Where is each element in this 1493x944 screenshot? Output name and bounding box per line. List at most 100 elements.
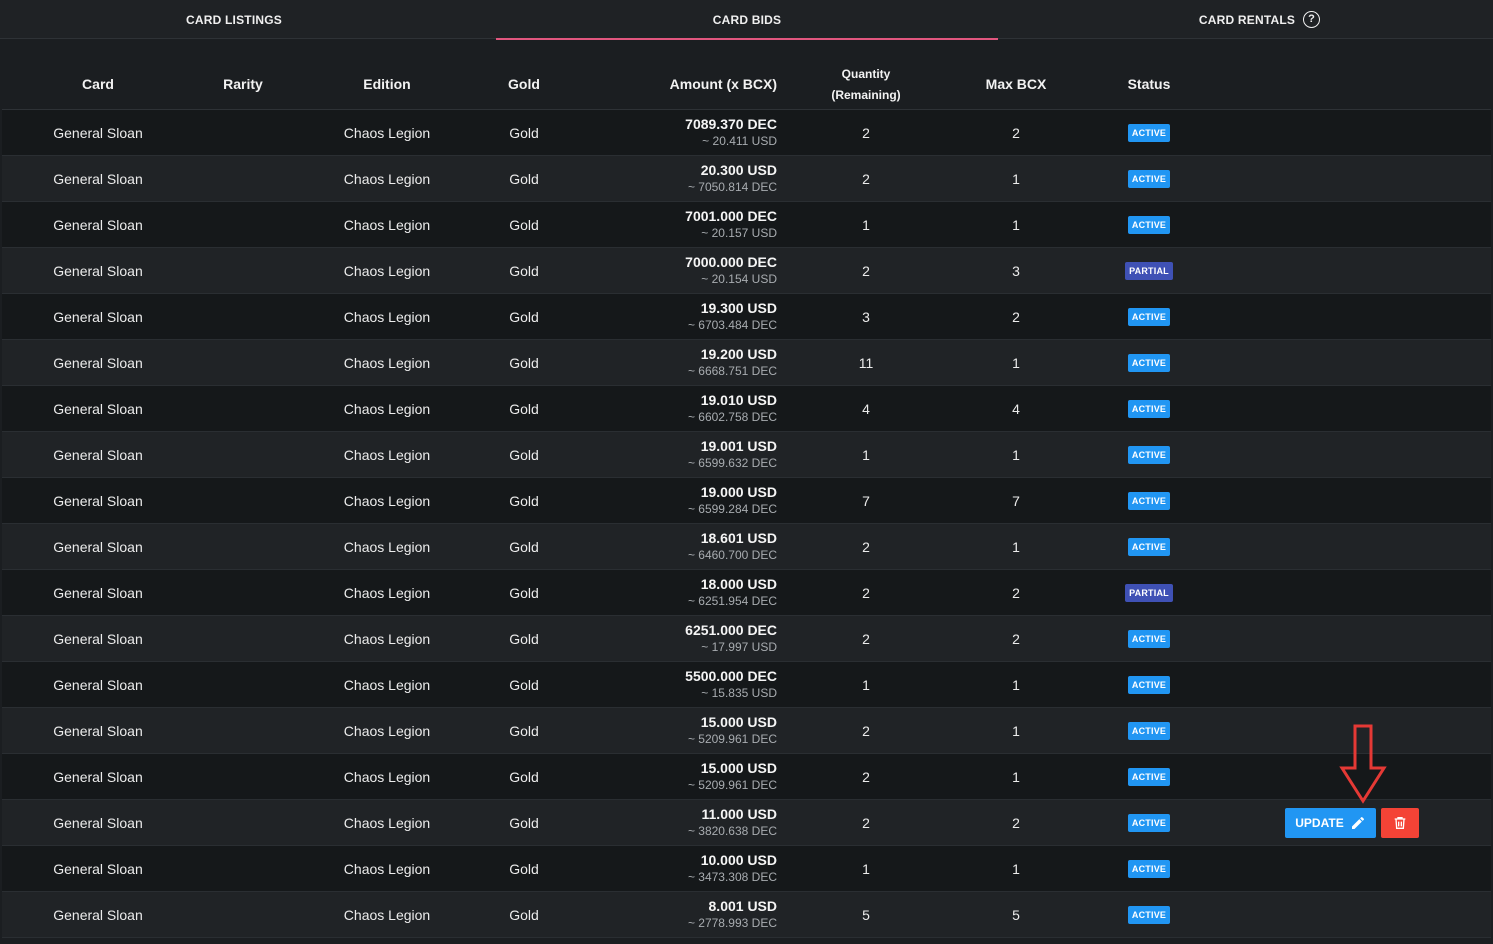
card-name[interactable]: General Sloan — [2, 892, 194, 937]
amount-main: 15.000 USD — [700, 760, 777, 776]
quantity-remaining: 3 — [862, 308, 870, 325]
card-name[interactable]: General Sloan — [2, 570, 194, 615]
help-icon[interactable]: ? — [1303, 11, 1321, 28]
table-row[interactable]: General Sloan Chaos Legion Gold 19.300 USD ~… — [2, 294, 1491, 340]
amount-main: 19.010 USD — [700, 392, 777, 408]
status-cell: ACTIVE — [1102, 156, 1196, 201]
table-row[interactable]: General Sloan Chaos Legion Gold 6251.000 DE… — [2, 616, 1491, 662]
quantity-remaining: 2 — [862, 538, 870, 555]
table-row[interactable]: General Sloan Chaos Legion Gold 18.000 USD ~… — [2, 570, 1491, 616]
amount: 18.000 USD ~ 6251.954 DEC — [562, 570, 777, 615]
amount-converted: ~ 20.154 USD — [701, 272, 777, 286]
card-name[interactable]: General Sloan — [2, 156, 194, 201]
gold-foil: Gold — [509, 906, 539, 923]
status-badge: ACTIVE — [1127, 123, 1171, 142]
card-name[interactable]: General Sloan — [2, 524, 194, 569]
table-row[interactable]: General Sloan Chaos Legion Gold 7000.000 DE… — [2, 248, 1491, 294]
amount-main: 20.300 USD — [700, 162, 777, 178]
amount: 10.000 USD ~ 3473.308 DEC — [562, 846, 777, 891]
table-row[interactable]: General Sloan Chaos Legion Gold 19.000 USD ~… — [2, 478, 1491, 524]
status-badge: ACTIVE — [1127, 675, 1171, 694]
header-rarity[interactable]: Rarity — [194, 76, 292, 92]
status-badge: ACTIVE — [1127, 629, 1171, 648]
gold-foil: Gold — [509, 446, 539, 463]
card-name[interactable]: General Sloan — [2, 662, 194, 707]
table-row[interactable]: General Sloan Chaos Legion Gold 19.200 USD ~… — [2, 340, 1491, 386]
tab-label: CARD BIDS — [712, 12, 782, 27]
status-badge: ACTIVE — [1127, 169, 1171, 188]
card-name[interactable]: General Sloan — [2, 110, 194, 155]
table-row[interactable]: General Sloan Chaos Legion Gold 19.010 USD ~… — [2, 386, 1491, 432]
card-name[interactable]: General Sloan — [2, 616, 194, 661]
header-status[interactable]: Status — [1102, 76, 1196, 92]
table-row[interactable]: General Sloan Chaos Legion Gold 10.000 USD ~… — [2, 846, 1491, 892]
amount: 7000.000 DEC ~ 20.154 USD — [562, 248, 777, 293]
table-row[interactable]: General Sloan Chaos Legion Gold 8.001 USD ~ … — [2, 892, 1491, 938]
update-button[interactable]: UPDATE — [1285, 808, 1376, 838]
table-row[interactable]: General Sloan Chaos Legion Gold 20.300 USD ~… — [2, 156, 1491, 202]
max-bcx: 1 — [1012, 354, 1020, 371]
card-name[interactable]: General Sloan — [2, 478, 194, 523]
card-name[interactable]: General Sloan — [2, 432, 194, 477]
table-row[interactable]: General Sloan Chaos Legion Gold 7001.000 DE… — [2, 202, 1491, 248]
amount: 7089.370 DEC ~ 20.411 USD — [562, 110, 777, 155]
header-edition[interactable]: Edition — [302, 76, 472, 92]
tab-card-bids[interactable]: CARD BIDS — [468, 0, 1026, 40]
card-name[interactable]: General Sloan — [2, 340, 194, 385]
amount-main: 10.000 USD — [700, 852, 777, 868]
edition: Chaos Legion — [343, 906, 431, 923]
header-amount[interactable]: Amount (x BCX) — [562, 76, 777, 92]
header-quantity[interactable]: Quantity (Remaining) — [812, 64, 920, 106]
max-bcx: 2 — [1012, 124, 1020, 141]
amount: 11.000 USD ~ 3820.638 DEC — [562, 800, 777, 845]
amount-converted: ~ 5209.961 DEC — [687, 778, 777, 792]
amount-converted: ~ 6602.758 DEC — [687, 410, 777, 424]
status-cell: ACTIVE — [1102, 294, 1196, 339]
amount-converted: ~ 3473.308 DEC — [687, 870, 777, 884]
table-row[interactable]: General Sloan Chaos Legion Gold 7089.370 DE… — [2, 110, 1491, 156]
quantity-remaining: 5 — [862, 906, 870, 923]
edition: Chaos Legion — [343, 492, 431, 509]
edition: Chaos Legion — [343, 124, 431, 141]
table-row[interactable]: General Sloan Chaos Legion Gold 5500.000 DE… — [2, 662, 1491, 708]
card-name[interactable]: General Sloan — [2, 708, 194, 753]
max-bcx: 7 — [1012, 492, 1020, 509]
edition: Chaos Legion — [343, 170, 431, 187]
update-button-label: UPDATE — [1295, 816, 1344, 830]
card-name[interactable]: General Sloan — [2, 846, 194, 891]
card-name[interactable]: General Sloan — [2, 754, 194, 799]
card-name[interactable]: General Sloan — [2, 800, 194, 845]
max-bcx: 1 — [1012, 860, 1020, 877]
status-cell: ACTIVE — [1102, 662, 1196, 707]
gold-foil: Gold — [509, 308, 539, 325]
amount-converted: ~ 6668.751 DEC — [687, 364, 777, 378]
tab-card-listings[interactable]: CARD LISTINGS — [0, 0, 468, 39]
card-name[interactable]: General Sloan — [2, 294, 194, 339]
header-max-bcx[interactable]: Max BCX — [972, 76, 1060, 92]
down-arrow-icon — [1339, 724, 1387, 804]
card-name[interactable]: General Sloan — [2, 248, 194, 293]
edition: Chaos Legion — [343, 676, 431, 693]
amount-main: 8.001 USD — [708, 898, 777, 914]
quantity-remaining: 4 — [862, 400, 870, 417]
header-gold[interactable]: Gold — [482, 76, 566, 92]
tab-card-rentals[interactable]: CARD RENTALS ? — [1026, 0, 1493, 39]
delete-button[interactable] — [1381, 808, 1419, 838]
table-row[interactable]: General Sloan Chaos Legion Gold 15.000 USD ~… — [2, 754, 1491, 800]
gold-foil: Gold — [509, 722, 539, 739]
status-cell: ACTIVE — [1102, 708, 1196, 753]
quantity-remaining: 2 — [862, 262, 870, 279]
amount: 19.010 USD ~ 6602.758 DEC — [562, 386, 777, 431]
card-name[interactable]: General Sloan — [2, 386, 194, 431]
gold-foil: Gold — [509, 538, 539, 555]
row-actions: UPDATE — [1285, 808, 1419, 838]
gold-foil: Gold — [509, 262, 539, 279]
table-row[interactable]: General Sloan Chaos Legion Gold 19.001 USD ~… — [2, 432, 1491, 478]
card-name[interactable]: General Sloan — [2, 202, 194, 247]
table-row[interactable]: General Sloan Chaos Legion Gold 18.601 USD ~… — [2, 524, 1491, 570]
gold-foil: Gold — [509, 814, 539, 831]
header-card[interactable]: Card — [2, 76, 194, 92]
table-row[interactable]: General Sloan Chaos Legion Gold 15.000 USD ~… — [2, 708, 1491, 754]
pencil-icon — [1351, 816, 1364, 829]
table-row[interactable]: General Sloan Chaos Legion Gold 11.000 USD ~… — [2, 800, 1491, 846]
